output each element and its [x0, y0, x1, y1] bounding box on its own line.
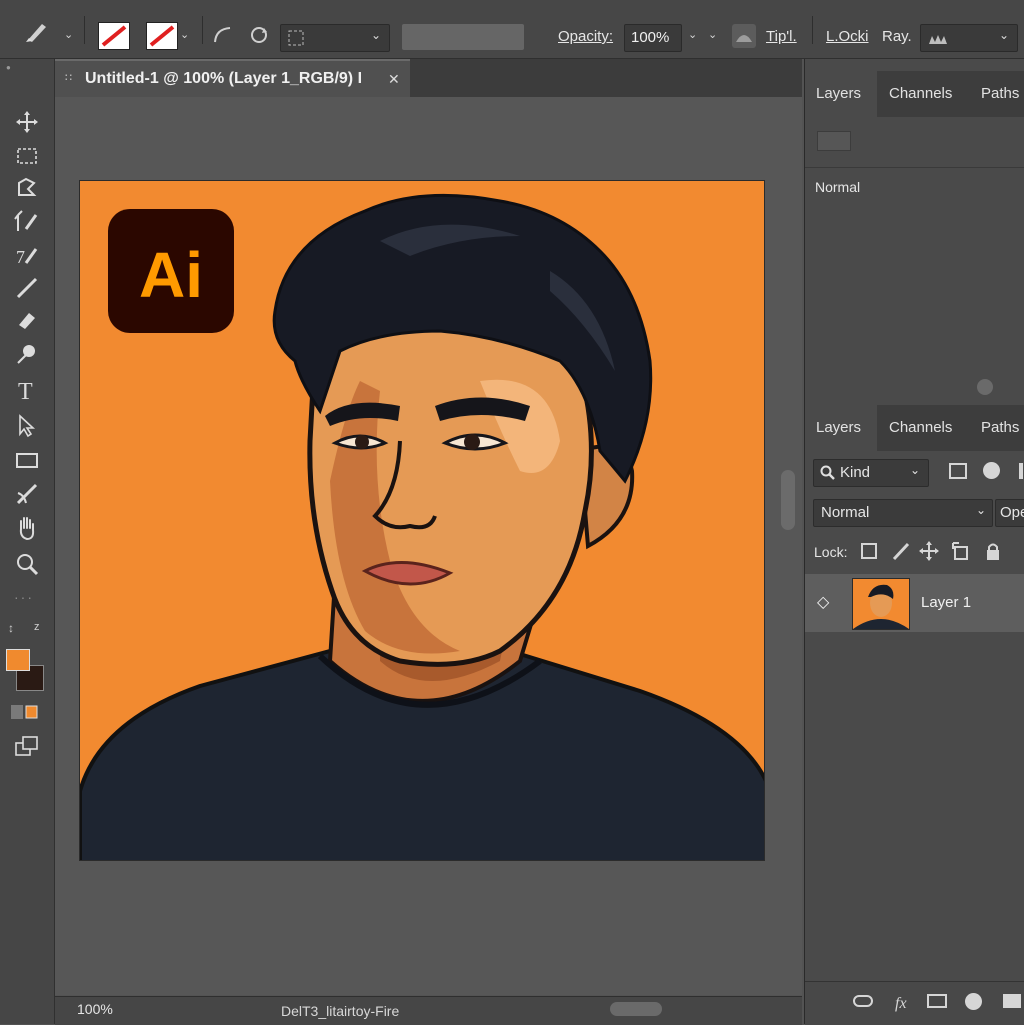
vertical-scrollbar[interactable] [781, 470, 795, 530]
path-icon[interactable] [212, 24, 234, 46]
tab-layers[interactable]: Layers [816, 419, 861, 436]
type-path-tool-icon[interactable]: 7 [10, 241, 44, 271]
swap-colors-icon[interactable]: ↕ [8, 621, 14, 635]
svg-text:fx: fx [895, 995, 907, 1012]
foreground-color-swatch[interactable] [6, 649, 30, 671]
filter-kind-dropdown[interactable]: Kind ⌄ [813, 459, 929, 487]
document-tab[interactable]: ∷ Untitled-1 @ 100% (Layer 1_RGB/9) I ✕ [55, 59, 410, 97]
brush-preset-dropdown[interactable]: ⌄ [920, 24, 1018, 52]
more-tools-icon[interactable]: ··· [14, 589, 34, 605]
ray-label: Ray. [882, 28, 912, 45]
type-tool-icon[interactable]: T [10, 375, 44, 405]
chevron-down-icon[interactable]: ⌄ [688, 28, 697, 41]
layers-panel-footer: fx [805, 981, 1024, 1025]
layer-style-icon[interactable]: fx [893, 990, 911, 1012]
stroke-swatch-icon[interactable] [98, 22, 130, 50]
pen-tool-icon[interactable] [10, 479, 44, 509]
default-colors-icon[interactable]: z [34, 621, 40, 633]
options-bar: ⌄ ⌄ ⌄ Opacity: 100% ⌄ ⌄ Tip'l. L.Ocki Ra… [0, 0, 1024, 59]
filter-image-icon[interactable] [949, 463, 967, 479]
chevron-down-icon[interactable]: ⌄ [64, 28, 73, 41]
folder-icon[interactable] [817, 131, 851, 151]
blur-tool-icon[interactable] [10, 339, 44, 369]
document-info[interactable]: DelT3_litairtoy-Fire [281, 1003, 399, 1019]
zoom-level[interactable]: 100% [77, 1001, 113, 1017]
search-icon [820, 465, 835, 480]
hand-tool-icon[interactable] [10, 513, 44, 543]
fill-swatch-icon[interactable] [146, 22, 178, 50]
adjustment-icon[interactable] [977, 379, 993, 395]
marquee-tool-icon[interactable] [10, 141, 44, 171]
document-title: Untitled-1 @ 100% (Layer 1_RGB/9) I [85, 70, 363, 87]
airbrush-icon[interactable] [732, 24, 756, 48]
size-slider-field[interactable] [402, 24, 524, 50]
lock-label: Lock: [814, 544, 848, 560]
visibility-toggle-icon[interactable]: ◇ [817, 592, 829, 612]
chevron-down-icon[interactable]: ⌄ [180, 28, 189, 41]
tab-paths[interactable]: Paths [981, 419, 1019, 436]
tip-label[interactable]: Tip'l. [766, 28, 797, 45]
filter-type-icon[interactable] [1019, 463, 1023, 479]
rotate-icon[interactable] [248, 24, 270, 46]
opacity-value: 100% [631, 29, 670, 46]
ai-logo-text: Ai [139, 239, 203, 311]
layer-thumbnail [852, 578, 910, 630]
link-layers-icon[interactable] [853, 995, 873, 1007]
portrait-illustration: Ai [80, 181, 764, 860]
tab-grip-icon: ∷ [65, 72, 72, 84]
opacity-field[interactable]: 100% [624, 24, 682, 52]
add-mask-icon[interactable] [927, 994, 947, 1008]
tab-paths[interactable]: Paths [981, 85, 1019, 102]
rectangle-tool-icon[interactable] [10, 445, 44, 475]
quick-mask-icon[interactable] [10, 703, 38, 721]
bottom-panel-tabs: Layers Channels Paths [805, 405, 1024, 451]
tab-channels[interactable]: Channels [889, 419, 952, 436]
opacity-short-label: Ope [1000, 504, 1024, 521]
layer-row[interactable]: ◇ Layer 1 [805, 574, 1024, 632]
path-selection-tool-icon[interactable] [10, 411, 44, 441]
close-icon[interactable]: ✕ [388, 71, 400, 88]
lock-all-icon[interactable] [985, 541, 1001, 561]
artboard[interactable]: Ai [79, 180, 765, 861]
chevron-down-icon: ⌄ [370, 28, 381, 42]
mode-dropdown[interactable]: ⌄ [280, 24, 390, 52]
status-bar: 100% DelT3_litairtoy-Fire [55, 996, 802, 1025]
crop-tool-icon[interactable] [10, 207, 44, 237]
eraser-tool-icon[interactable] [10, 305, 44, 335]
layer-name[interactable]: Layer 1 [921, 594, 971, 611]
tools-panel: ● 7 T ··· ↕ z [0, 59, 55, 1024]
zoom-tool-icon[interactable] [10, 549, 44, 579]
chevron-down-icon[interactable]: ⌄ [708, 28, 717, 41]
new-adjustment-layer-icon[interactable] [965, 993, 982, 1010]
horizontal-scrollbar[interactable] [610, 1002, 662, 1016]
chevron-down-icon: ⌄ [909, 463, 920, 477]
svg-text:7: 7 [16, 247, 25, 267]
chevron-down-icon: ⌄ [998, 28, 1009, 42]
collapse-icon[interactable]: ● [6, 63, 16, 72]
lock-artboard-icon[interactable] [951, 541, 971, 561]
lock-label[interactable]: L.Ocki [826, 28, 869, 45]
svg-text:T: T [18, 379, 33, 403]
lasso-tool-icon[interactable] [10, 173, 44, 203]
brush-tool-icon[interactable] [10, 273, 44, 303]
chevron-down-icon: ⌄ [975, 503, 986, 517]
top-panel-tabs: Layers Channels Paths [805, 71, 1024, 117]
filter-kind-label: Kind [840, 464, 871, 481]
move-tool-icon[interactable] [10, 107, 44, 137]
blend-mode-label[interactable]: Normal [815, 179, 860, 195]
lock-paint-icon[interactable] [891, 541, 911, 561]
blend-mode-value: Normal [821, 504, 870, 521]
new-group-icon[interactable] [1003, 994, 1021, 1008]
right-panel: Layers Channels Paths Normal Layers Chan… [804, 59, 1024, 1025]
blend-mode-dropdown[interactable]: Normal ⌄ [813, 499, 993, 527]
lock-transparent-icon[interactable] [861, 543, 877, 559]
tab-channels[interactable]: Channels [889, 85, 952, 102]
brush-tool-preset-icon[interactable] [22, 18, 52, 44]
lock-move-icon[interactable] [919, 541, 939, 561]
filter-adjustment-icon[interactable] [983, 462, 1000, 479]
opacity-label: Opacity: [558, 28, 614, 45]
tab-layers[interactable]: Layers [816, 85, 861, 102]
layer-opacity-field[interactable]: Ope [995, 499, 1024, 527]
screen-mode-icon[interactable] [14, 735, 42, 757]
